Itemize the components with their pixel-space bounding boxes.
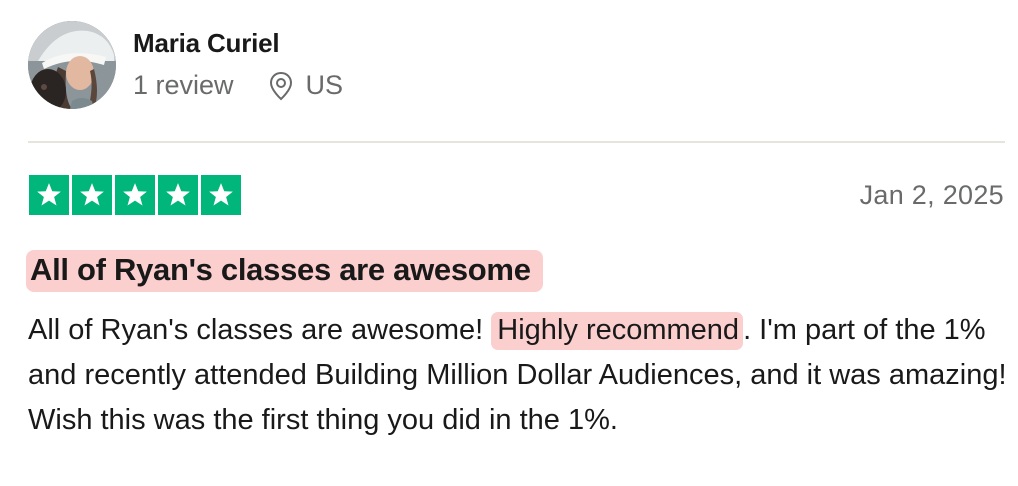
reviewer-name[interactable]: Maria Curiel <box>133 28 280 59</box>
reviewer-meta: 1 review US <box>133 70 343 101</box>
review-title[interactable]: All of Ryan's classes are awesome <box>26 250 543 292</box>
star-icon <box>166 183 190 206</box>
review-body: All of Ryan's classes are awesome! Highl… <box>28 308 1013 443</box>
location-text: US <box>305 70 344 100</box>
star-icon <box>80 183 104 206</box>
review-count: 1 review <box>133 70 234 100</box>
star-5 <box>201 175 241 215</box>
star-icon <box>123 183 147 206</box>
review-body-text: All of Ryan's classes are awesome! <box>28 314 484 346</box>
star-4 <box>158 175 198 215</box>
star-1 <box>29 175 69 215</box>
divider <box>28 141 1005 143</box>
star-2 <box>72 175 112 215</box>
review-highlight: Highly recommend <box>491 312 744 350</box>
reviewer-avatar[interactable] <box>28 21 116 109</box>
review-date: Jan 2, 2025 <box>859 180 1004 210</box>
star-icon <box>37 183 61 206</box>
avatar-photo-icon <box>28 21 116 109</box>
star-rating <box>29 175 241 215</box>
star-3 <box>115 175 155 215</box>
reviewer-location: US <box>268 70 344 101</box>
star-icon <box>209 183 233 206</box>
map-pin-icon <box>269 71 292 100</box>
